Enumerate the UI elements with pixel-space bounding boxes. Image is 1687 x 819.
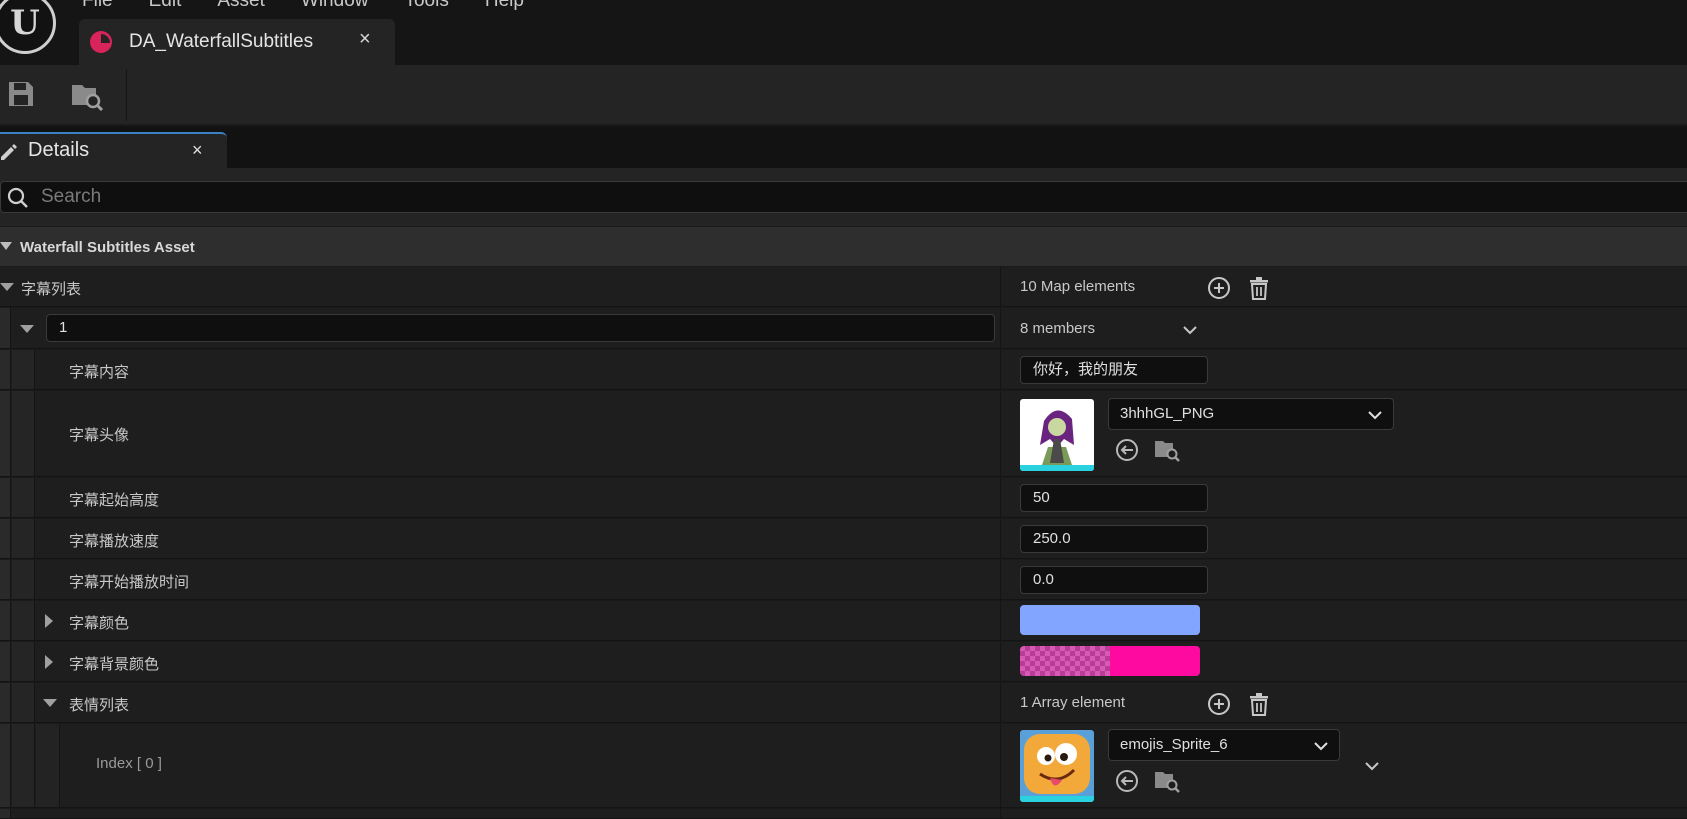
toolbar-separator [126, 69, 127, 121]
save-button[interactable] [6, 79, 40, 111]
avatar-asset-name: 3hhhGL_PNG [1120, 405, 1215, 422]
menu-window[interactable]: Window [301, 0, 369, 12]
play-speed-field[interactable]: 250.0 [1020, 525, 1208, 553]
chevron-down-icon[interactable] [1182, 324, 1198, 336]
menu-tools[interactable]: Tools [404, 0, 448, 12]
map-key-field[interactable]: 1 [46, 314, 995, 342]
tab-details[interactable]: Details × [0, 132, 227, 168]
category-label: Waterfall Subtitles Asset [20, 239, 195, 256]
emoji-asset-combo[interactable]: emojis_Sprite_6 [1108, 729, 1340, 761]
collapse-arrow-icon[interactable] [0, 242, 12, 250]
avatar-row: 字幕头像 3hhhGL_PNG [0, 391, 1687, 477]
browse-to-asset-button[interactable] [70, 79, 104, 112]
array-element-count: 1 Array element [1020, 694, 1126, 711]
chevron-down-icon [1368, 411, 1382, 420]
trash-icon[interactable] [1246, 691, 1272, 717]
color-row: 字幕颜色 [0, 601, 1687, 641]
use-selected-asset-icon[interactable] [1114, 768, 1140, 794]
color-label: 字幕颜色 [69, 615, 130, 632]
menu-help[interactable]: Help [485, 0, 524, 12]
alpha-checker [1020, 646, 1110, 676]
index-label: Index [ 0 ] [96, 755, 162, 772]
chevron-down-icon [1314, 742, 1328, 751]
content-row: 字幕内容 你好，我的朋友 [0, 350, 1687, 390]
browse-folder-icon[interactable] [1154, 768, 1180, 794]
search-input[interactable] [41, 185, 641, 209]
bg-color-row: 字幕背景颜色 [0, 642, 1687, 682]
save-icon [9, 82, 33, 106]
emoji-thumbnail[interactable] [1020, 730, 1094, 802]
add-element-icon[interactable] [1206, 275, 1232, 301]
browse-folder-icon[interactable] [1154, 437, 1180, 463]
expand-arrow-icon[interactable] [43, 699, 57, 707]
expand-arrow-icon[interactable] [45, 614, 53, 628]
toolbar [0, 65, 1687, 125]
start-height-label: 字幕起始高度 [69, 492, 160, 509]
pencil-icon [1, 144, 17, 160]
expand-arrow-icon[interactable] [0, 283, 14, 291]
color-swatch[interactable] [1020, 605, 1200, 635]
menu-edit[interactable]: Edit [149, 0, 182, 12]
unreal-logo-icon[interactable]: U [0, 0, 56, 54]
next-row-partial [0, 809, 1687, 819]
subtitle-list-row: 字幕列表 10 Map elements [0, 267, 1687, 307]
avatar-label: 字幕头像 [69, 427, 130, 444]
category-header[interactable]: Waterfall Subtitles Asset [0, 226, 1687, 266]
search-box[interactable] [0, 181, 1687, 213]
map-element-count: 10 Map elements [1020, 278, 1136, 295]
emoji-asset-name: emojis_Sprite_6 [1120, 736, 1228, 753]
play-speed-label: 字幕播放速度 [69, 533, 160, 550]
close-icon[interactable]: × [359, 28, 371, 51]
panel-tab-bar: Details × [0, 126, 1687, 168]
members-count: 8 members [1020, 320, 1096, 337]
start-height-field[interactable]: 50 [1020, 484, 1208, 512]
subtitle-list-label: 字幕列表 [21, 281, 82, 298]
bg-color-label: 字幕背景颜色 [69, 656, 160, 673]
use-selected-asset-icon[interactable] [1114, 437, 1140, 463]
map-entry-row: 1 8 members [0, 308, 1687, 349]
menu-file[interactable]: File [82, 0, 113, 12]
menu-asset[interactable]: Asset [217, 0, 265, 12]
emoji-list-label: 表情列表 [69, 697, 130, 714]
data-asset-icon [90, 31, 112, 53]
main-menu: File Edit Asset Window Tools Help [82, 0, 560, 12]
close-icon[interactable]: × [192, 140, 203, 161]
play-speed-row: 字幕播放速度 250.0 [0, 519, 1687, 559]
start-time-row: 字幕开始播放时间 0.0 [0, 560, 1687, 600]
content-label: 字幕内容 [69, 364, 130, 381]
emoji-list-row: 表情列表 1 Array element [0, 683, 1687, 723]
title-bar: U File Edit Asset Window Tools Help DA_W… [0, 0, 1687, 65]
expand-arrow-icon[interactable] [45, 655, 53, 669]
start-time-field[interactable]: 0.0 [1020, 566, 1208, 594]
avatar-thumbnail[interactable] [1020, 399, 1094, 471]
start-time-label: 字幕开始播放时间 [69, 574, 190, 591]
start-height-row: 字幕起始高度 50 [0, 478, 1687, 518]
add-element-icon[interactable] [1206, 691, 1232, 717]
details-tab-label: Details [28, 139, 90, 161]
avatar-asset-combo[interactable]: 3hhhGL_PNG [1108, 398, 1394, 430]
browse-folder-icon [72, 85, 104, 112]
chevron-down-icon[interactable] [1364, 760, 1380, 772]
expand-arrow-icon[interactable] [20, 325, 34, 333]
trash-icon[interactable] [1246, 275, 1272, 301]
document-tab-title: DA_WaterfallSubtitles [129, 31, 314, 52]
bg-color-swatch[interactable] [1020, 646, 1200, 676]
search-icon [7, 187, 28, 208]
content-text-field[interactable]: 你好，我的朋友 [1020, 356, 1208, 384]
search-row [0, 168, 1687, 226]
emoji-index-row: Index [ 0 ] emojis_Sprite_6 [0, 724, 1687, 808]
document-tab[interactable]: DA_WaterfallSubtitles × [79, 19, 395, 65]
opaque-color [1110, 646, 1200, 676]
